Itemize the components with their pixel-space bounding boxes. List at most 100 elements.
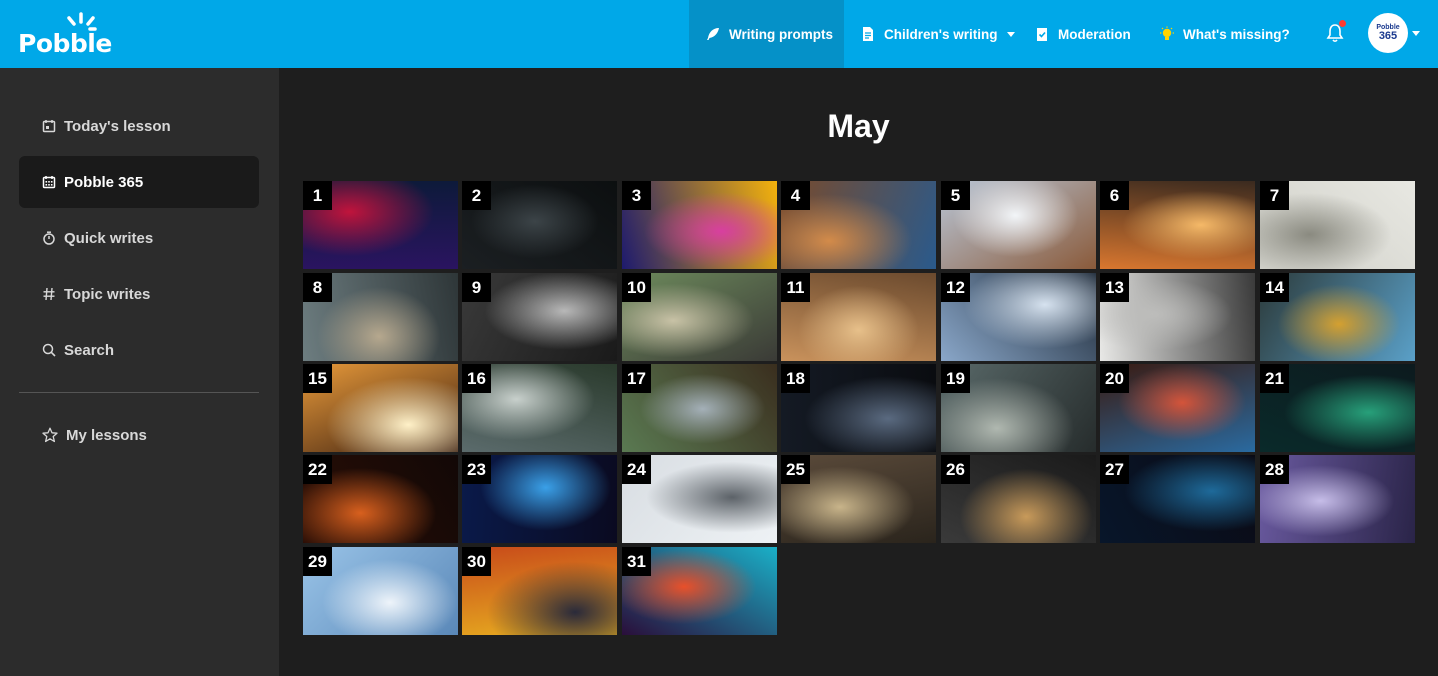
- day-tile[interactable]: 9: [462, 273, 617, 361]
- sidebar: Today's lesson Pobble 365 Quick writes T…: [0, 68, 279, 676]
- day-tile[interactable]: 31: [622, 547, 777, 635]
- day-tile[interactable]: 17: [622, 364, 777, 452]
- chevron-down-icon: [1007, 31, 1016, 37]
- lightbulb-icon: [1160, 26, 1174, 40]
- chevron-down-icon[interactable]: [1412, 31, 1420, 36]
- day-tile[interactable]: 6: [1100, 181, 1255, 269]
- day-number: 5: [941, 181, 970, 210]
- search-icon: [42, 343, 56, 357]
- pobble-logo[interactable]: Pobble: [18, 12, 112, 58]
- nav-childrens-writing[interactable]: Children's writing: [844, 0, 1016, 68]
- day-number: 18: [781, 364, 810, 393]
- day-number: 31: [622, 547, 651, 576]
- day-number: 20: [1100, 364, 1129, 393]
- clipboard-check-icon: [1037, 28, 1047, 41]
- notification-dot: [1339, 20, 1346, 27]
- day-number: 3: [622, 181, 651, 210]
- sidebar-item-todays-lesson[interactable]: Today's lesson: [19, 100, 259, 152]
- avatar-line-2: 365: [1378, 30, 1398, 42]
- sidebar-item-label: Quick writes: [64, 229, 154, 247]
- day-tile[interactable]: 3: [622, 181, 777, 269]
- day-number: 27: [1100, 455, 1129, 484]
- day-tile[interactable]: 24: [622, 455, 777, 543]
- day-tile[interactable]: 12: [941, 273, 1096, 361]
- day-number: 25: [781, 455, 810, 484]
- nav-writing-prompts[interactable]: Writing prompts: [689, 0, 844, 68]
- page-title: May: [827, 108, 890, 144]
- star-icon: [42, 427, 58, 443]
- nav-label: What's missing?: [1183, 26, 1290, 42]
- day-number: 2: [462, 181, 491, 210]
- day-number: 23: [462, 455, 491, 484]
- day-number: 22: [303, 455, 332, 484]
- day-tile[interactable]: 19: [941, 364, 1096, 452]
- day-tile[interactable]: 11: [781, 273, 936, 361]
- day-tile[interactable]: 7: [1260, 181, 1415, 269]
- day-number: 24: [622, 455, 651, 484]
- day-tile[interactable]: 4: [781, 181, 936, 269]
- day-number: 6: [1100, 181, 1129, 210]
- day-number: 15: [303, 364, 332, 393]
- top-navigation-bar: Pobble Writing prompts Children's writin…: [0, 0, 1438, 68]
- nav-label: Writing prompts: [729, 26, 833, 42]
- day-tile[interactable]: 2: [462, 181, 617, 269]
- day-tile[interactable]: 5: [941, 181, 1096, 269]
- day-number: 16: [462, 364, 491, 393]
- calendar-icon: [42, 120, 56, 133]
- nav-label: Children's writing: [884, 26, 998, 42]
- day-tile[interactable]: 30: [462, 547, 617, 635]
- day-tile[interactable]: 16: [462, 364, 617, 452]
- day-tile[interactable]: 8: [303, 273, 458, 361]
- stopwatch-icon: [43, 231, 55, 245]
- day-number: 9: [462, 273, 491, 302]
- day-number: 14: [1260, 273, 1289, 302]
- day-number: 21: [1260, 364, 1289, 393]
- day-number: 26: [941, 455, 970, 484]
- day-tile[interactable]: 15: [303, 364, 458, 452]
- nav-label: Moderation: [1058, 26, 1131, 42]
- logo-text: Pobble: [18, 29, 112, 58]
- day-tile[interactable]: 22: [303, 455, 458, 543]
- day-tile[interactable]: 13: [1100, 273, 1255, 361]
- day-number: 10: [622, 273, 651, 302]
- day-tile[interactable]: 18: [781, 364, 936, 452]
- sidebar-item-label: Topic writes: [64, 285, 151, 303]
- calendar-grid-icon: [42, 176, 56, 189]
- day-tile[interactable]: 10: [622, 273, 777, 361]
- sidebar-divider: [19, 392, 259, 393]
- sidebar-item-label: Search: [64, 341, 115, 359]
- nav-whats-missing[interactable]: What's missing?: [1145, 0, 1290, 68]
- day-number: 11: [781, 273, 810, 302]
- day-number: 7: [1260, 181, 1289, 210]
- day-tile[interactable]: 29: [303, 547, 458, 635]
- day-tile[interactable]: 1: [303, 181, 458, 269]
- document-icon: [863, 27, 873, 41]
- avatar[interactable]: Pobble 365: [1368, 13, 1408, 53]
- day-number: 30: [462, 547, 491, 576]
- sidebar-item-pobble-365[interactable]: Pobble 365: [19, 156, 259, 208]
- hash-icon: [43, 287, 55, 301]
- day-tile[interactable]: 27: [1100, 455, 1255, 543]
- day-number: 19: [941, 364, 970, 393]
- day-number: 8: [303, 273, 332, 302]
- sidebar-item-search[interactable]: Search: [19, 324, 259, 376]
- sidebar-item-label: Pobble 365: [64, 173, 144, 191]
- feather-icon: [707, 28, 719, 40]
- day-tile[interactable]: 26: [941, 455, 1096, 543]
- day-tile[interactable]: 14: [1260, 273, 1415, 361]
- day-tile[interactable]: 25: [781, 455, 936, 543]
- day-number: 12: [941, 273, 970, 302]
- day-tile[interactable]: 23: [462, 455, 617, 543]
- day-number: 17: [622, 364, 651, 393]
- nav-moderation[interactable]: Moderation: [1022, 0, 1131, 68]
- day-number: 4: [781, 181, 810, 210]
- sidebar-item-quick-writes[interactable]: Quick writes: [19, 212, 259, 264]
- day-number: 29: [303, 547, 332, 576]
- day-number: 1: [303, 181, 332, 210]
- sidebar-item-topic-writes[interactable]: Topic writes: [19, 268, 259, 320]
- sidebar-item-label: Today's lesson: [64, 117, 171, 135]
- day-tile[interactable]: 28: [1260, 455, 1415, 543]
- day-tile[interactable]: 21: [1260, 364, 1415, 452]
- sidebar-item-my-lessons[interactable]: My lessons: [19, 409, 259, 461]
- day-tile[interactable]: 20: [1100, 364, 1255, 452]
